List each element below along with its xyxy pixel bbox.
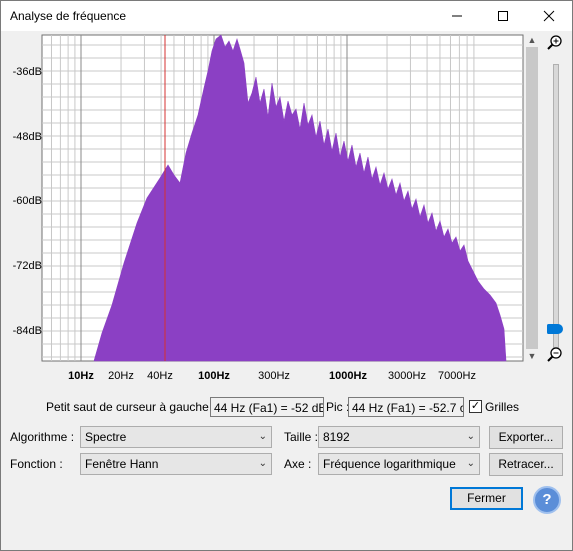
y-tick-label: -84dB bbox=[12, 325, 42, 337]
x-tick-label: 1000Hz bbox=[329, 370, 367, 382]
vertical-scrollbar[interactable]: ▲ ▼ bbox=[526, 33, 538, 363]
zoom-in-button[interactable] bbox=[546, 34, 564, 52]
close-icon bbox=[543, 10, 555, 22]
x-tick-label: 20Hz bbox=[108, 370, 134, 382]
chevron-down-icon: ⌄ bbox=[258, 431, 267, 442]
replot-button[interactable]: Retracer... bbox=[489, 453, 563, 476]
chevron-down-icon: ⌄ bbox=[258, 458, 267, 469]
y-tick-label: -60dB bbox=[12, 195, 42, 207]
peak-value-field: 44 Hz (Fa1) = -52.7 c bbox=[348, 397, 464, 417]
x-tick-label: 300Hz bbox=[258, 370, 290, 382]
maximize-button[interactable] bbox=[480, 1, 526, 31]
zoom-out-button[interactable] bbox=[546, 346, 564, 364]
minimize-icon bbox=[452, 15, 462, 17]
algorithm-select[interactable]: Spectre ⌄ bbox=[80, 426, 272, 448]
function-select[interactable]: Fenêtre Hann ⌄ bbox=[80, 453, 272, 475]
scroll-up-icon[interactable]: ▲ bbox=[526, 33, 538, 47]
chevron-down-icon: ⌄ bbox=[466, 431, 475, 442]
close-button[interactable]: Fermer bbox=[450, 487, 523, 510]
cursor-value-field: 44 Hz (Fa1) = -52 dB bbox=[210, 397, 324, 417]
x-tick-label: 40Hz bbox=[147, 370, 173, 382]
grids-label: Grilles bbox=[485, 400, 520, 414]
zoom-slider-track[interactable] bbox=[553, 64, 559, 348]
axis-select[interactable]: Fréquence logarithmique ⌄ bbox=[318, 453, 480, 475]
zoom-in-icon bbox=[547, 35, 562, 50]
algorithm-label: Algorithme : bbox=[10, 430, 75, 444]
help-button[interactable]: ? bbox=[533, 486, 561, 514]
size-label: Taille : bbox=[284, 430, 319, 444]
chevron-down-icon: ⌄ bbox=[466, 458, 475, 469]
x-tick-label: 7000Hz bbox=[438, 370, 476, 382]
grids-checkbox[interactable]: ✓ bbox=[469, 400, 482, 413]
x-tick-label: 10Hz bbox=[68, 370, 94, 382]
function-value: Fenêtre Hann bbox=[85, 457, 159, 471]
peak-label: Pic : bbox=[326, 400, 350, 414]
maximize-icon bbox=[498, 11, 508, 21]
zoom-slider-thumb[interactable] bbox=[547, 324, 563, 334]
zoom-out-icon bbox=[547, 347, 562, 362]
window-title: Analyse de fréquence bbox=[10, 9, 127, 23]
algorithm-value: Spectre bbox=[85, 430, 127, 444]
x-tick-label: 3000Hz bbox=[388, 370, 426, 382]
function-label: Fonction : bbox=[10, 457, 63, 471]
title-bar: Analyse de fréquence bbox=[1, 1, 572, 31]
y-tick-label: -48dB bbox=[12, 131, 42, 143]
axis-value: Fréquence logarithmique bbox=[323, 457, 456, 471]
x-tick-label: 100Hz bbox=[198, 370, 230, 382]
y-tick-label: -72dB bbox=[12, 260, 42, 272]
axis-label: Axe : bbox=[284, 457, 312, 471]
spectrum-plot[interactable] bbox=[2, 33, 568, 363]
y-tick-label: -36dB bbox=[12, 66, 42, 78]
minimize-button[interactable] bbox=[434, 1, 480, 31]
close-window-button[interactable] bbox=[526, 1, 572, 31]
size-select[interactable]: 8192 ⌄ bbox=[318, 426, 480, 448]
export-button[interactable]: Exporter... bbox=[489, 426, 563, 449]
scroll-thumb[interactable] bbox=[526, 47, 538, 349]
size-value: 8192 bbox=[323, 430, 350, 444]
cursor-label: Petit saut de curseur à gauche : bbox=[46, 400, 216, 414]
scroll-down-icon[interactable]: ▼ bbox=[526, 349, 538, 363]
